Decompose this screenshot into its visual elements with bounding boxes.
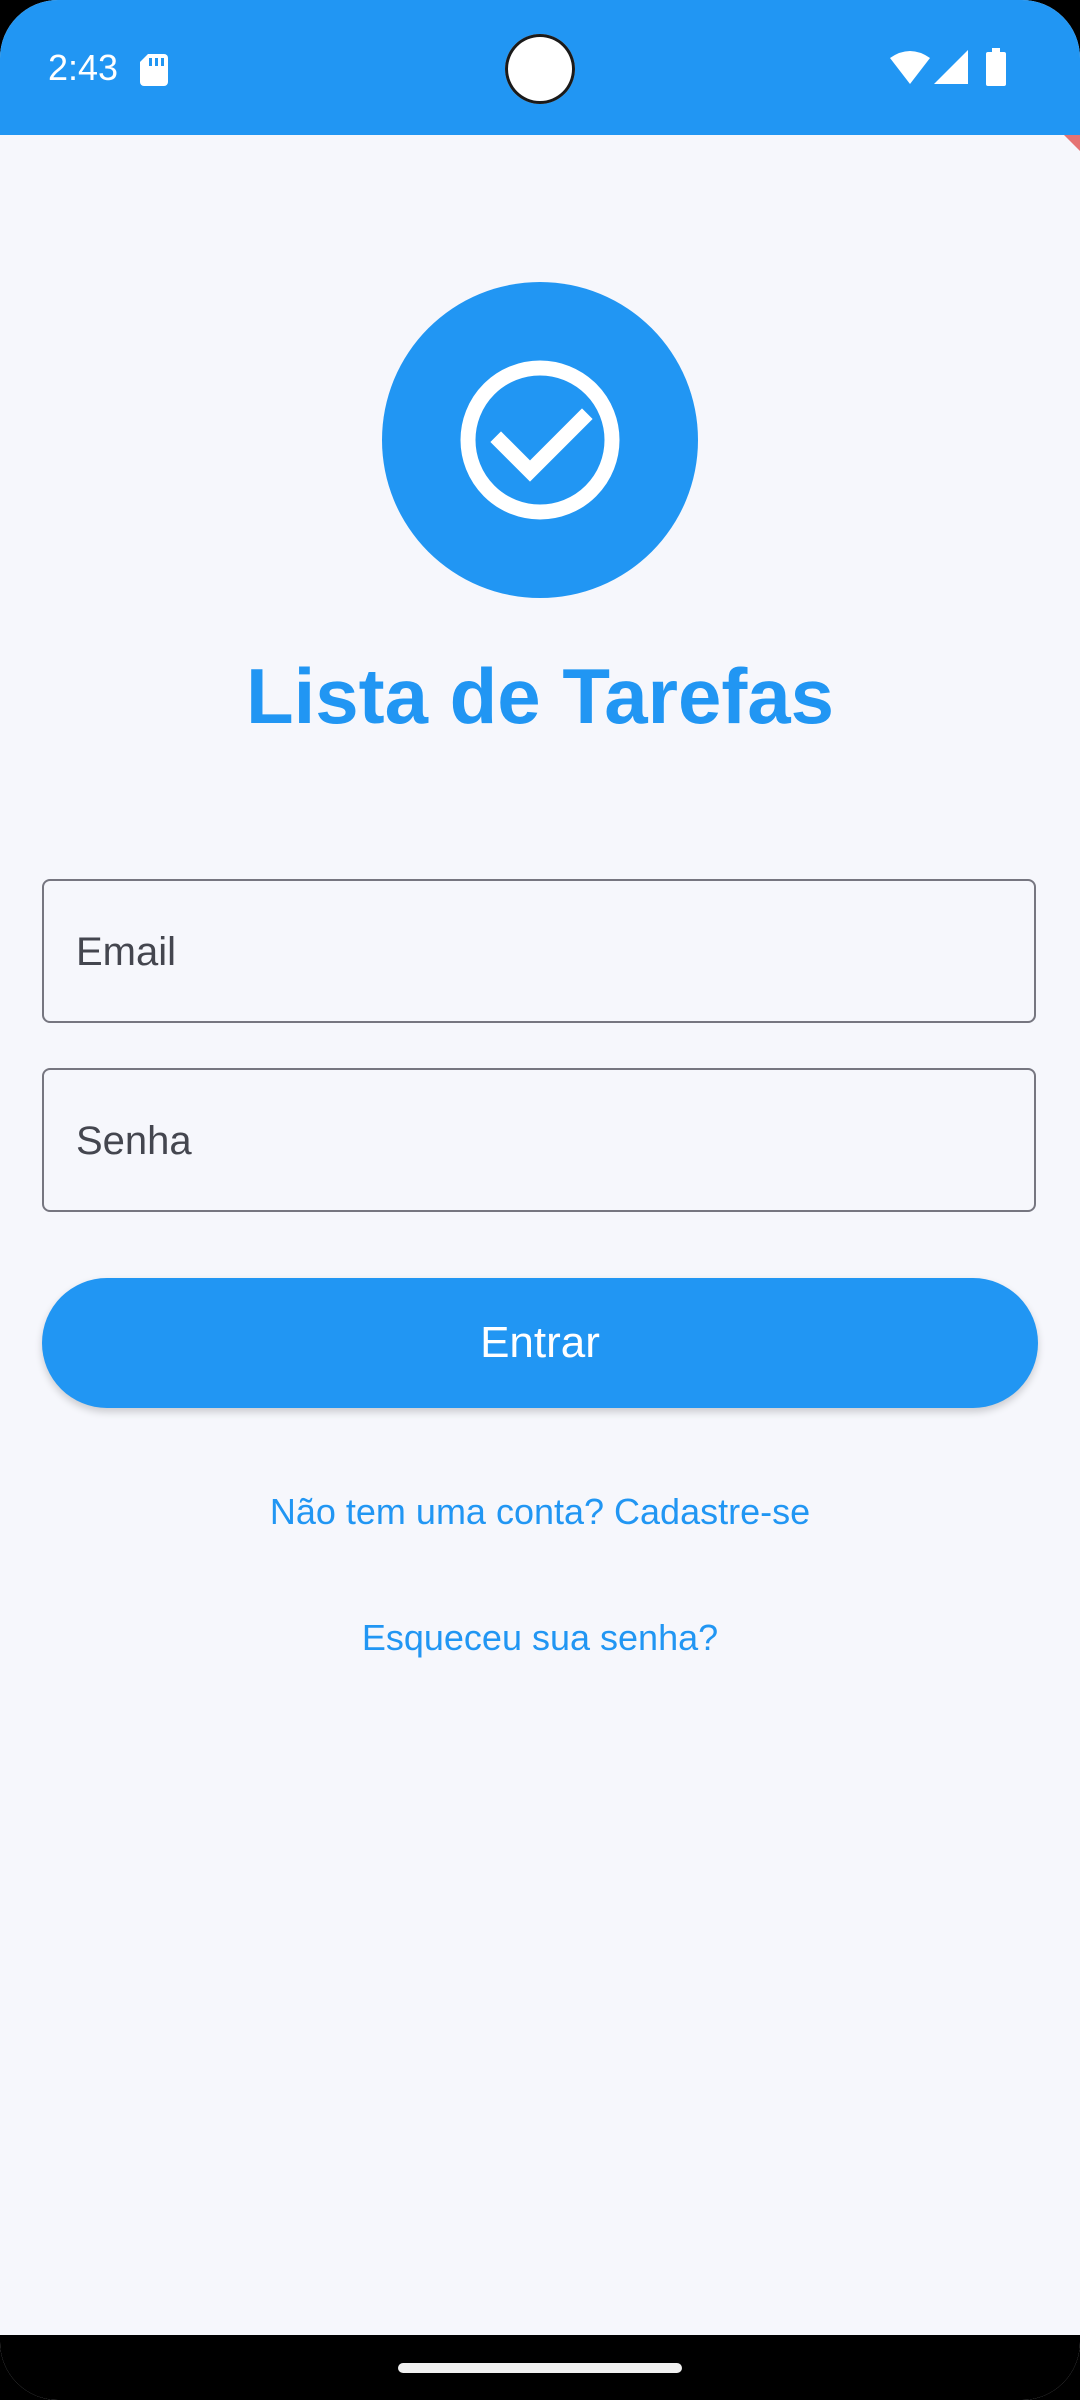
signup-link[interactable]: Não tem uma conta? Cadastre-se [0, 1490, 1080, 1534]
front-camera [505, 34, 575, 104]
sd-card-icon [140, 54, 168, 86]
password-field-label: Senha [76, 1119, 192, 1163]
password-field[interactable]: Senha [42, 1068, 1036, 1212]
email-field-label: Email [76, 930, 177, 974]
debug-banner [1064, 135, 1080, 151]
home-indicator[interactable] [398, 2363, 682, 2373]
wifi-icon [890, 51, 930, 84]
check-circle-icon [460, 360, 620, 520]
forgot-password-link[interactable]: Esqueceu sua senha? [0, 1616, 1080, 1660]
signal-icon [934, 50, 968, 84]
battery-icon [986, 48, 1006, 86]
app-screen: 2:43 Lista de Tarefas Email Senha Entrar… [0, 0, 1080, 2400]
login-button[interactable]: Entrar [42, 1278, 1038, 1408]
login-button-label: Entrar [480, 1318, 600, 1367]
status-time: 2:43 [48, 47, 119, 88]
status-bar: 2:43 [0, 0, 1080, 135]
email-field[interactable]: Email [42, 879, 1036, 1023]
app-title: Lista de Tarefas [245, 652, 835, 740]
